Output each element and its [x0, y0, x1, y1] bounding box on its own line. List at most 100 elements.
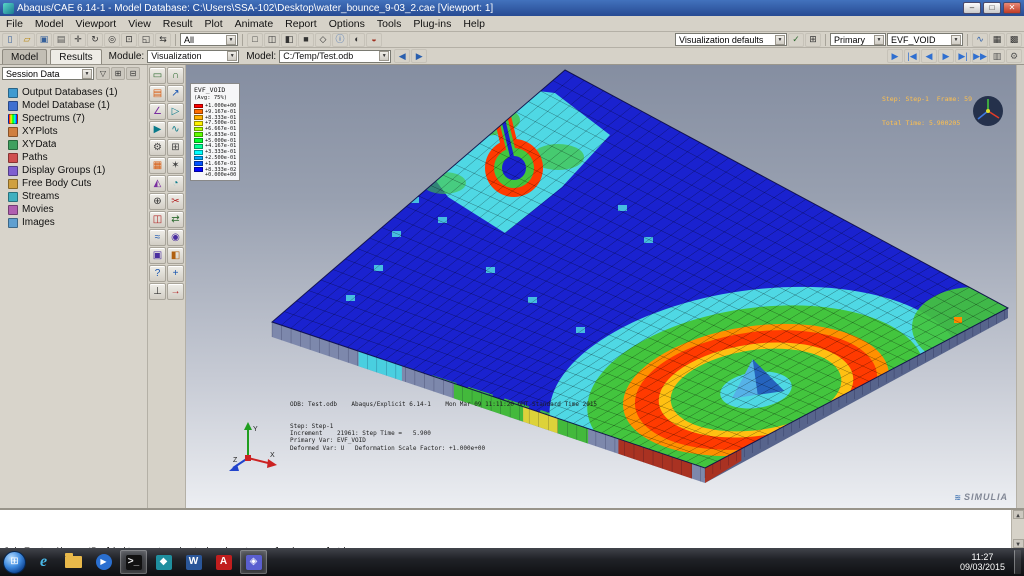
tab-results[interactable]: Results [50, 49, 101, 64]
hidden-line-render-icon[interactable]: ◫ [264, 33, 280, 47]
spectrum-icon[interactable]: ∿ [972, 33, 988, 47]
frame-selector-icon[interactable]: ▥ [989, 49, 1005, 63]
tree-item[interactable]: Paths [2, 151, 145, 164]
next-frame-icon[interactable]: ▶ [938, 49, 954, 63]
message-scrollbar[interactable]: ▲ ▼ [1011, 510, 1024, 548]
animate-scale-factor-icon[interactable]: ▷ [167, 103, 184, 120]
previous-odb-icon[interactable]: ◀ [394, 49, 410, 63]
box-zoom-icon[interactable]: ⊡ [121, 33, 137, 47]
animation-options-icon[interactable]: ⚙ [1006, 49, 1022, 63]
plot-symbols-icon[interactable]: ↗ [167, 85, 184, 102]
tree-item[interactable]: Model Database (1) [2, 99, 145, 112]
media-player-icon[interactable]: ▶ [90, 550, 117, 574]
menu-item[interactable]: Viewport [70, 16, 123, 31]
magnify-view-icon[interactable]: ◎ [104, 33, 120, 47]
plot-deformed-icon[interactable]: ∩ [167, 67, 184, 84]
menu-item[interactable]: Result [157, 16, 199, 31]
path-icon[interactable]: → [167, 283, 184, 300]
internet-explorer-icon[interactable]: e [30, 550, 57, 574]
tree-item[interactable]: Images [2, 216, 145, 229]
abaqus-cae-icon[interactable]: ◈ [240, 550, 267, 574]
taskbar-clock[interactable]: 11:27 09/03/2015 [955, 552, 1010, 572]
perspective-toggle-icon[interactable]: ◇ [315, 33, 331, 47]
visualization-defaults-combo[interactable]: Visualization defaults ▼ [675, 33, 787, 46]
menu-item[interactable]: View [122, 16, 157, 31]
display-group-manager-icon[interactable]: ▣ [149, 247, 166, 264]
render-options-icon[interactable]: ▩ [1006, 33, 1022, 47]
symbol-options-icon[interactable]: ✶ [167, 157, 184, 174]
last-frame-icon[interactable]: ▶| [955, 49, 971, 63]
plot-contours-icon[interactable]: ▤ [149, 85, 166, 102]
first-frame-icon[interactable]: |◀ [904, 49, 920, 63]
color-code-toolbar-icon[interactable]: ◒ [366, 33, 382, 47]
tree-item[interactable]: XYPlots [2, 125, 145, 138]
save-model-database-icon[interactable]: ▣ [36, 33, 52, 47]
animation-options-icon[interactable]: ◔ [167, 175, 184, 192]
create-stream-icon[interactable]: ≈ [149, 229, 166, 246]
probe-values-icon[interactable]: + [167, 265, 184, 282]
field-position-combo[interactable]: Primary ▼ [830, 33, 886, 46]
scroll-down-icon[interactable]: ▼ [1013, 539, 1024, 548]
print-icon[interactable]: ▤ [53, 33, 69, 47]
common-options-icon[interactable]: ⚙ [149, 139, 166, 156]
tree-item[interactable]: Spectrums (7) [2, 112, 145, 125]
menu-item[interactable]: Tools [371, 16, 408, 31]
close-button[interactable]: ✕ [1003, 2, 1021, 14]
animate-harmonic-icon[interactable]: ∿ [167, 121, 184, 138]
odb-combo[interactable]: C:/Temp/Test.odb ▼ [279, 50, 391, 63]
contour-options-icon[interactable]: ▦ [149, 157, 166, 174]
new-model-database-icon[interactable]: ▯ [2, 33, 18, 47]
plot-undeformed-icon[interactable]: ▭ [149, 67, 166, 84]
defaults-options-icon[interactable]: ⊞ [805, 33, 821, 47]
chevron-down-icon[interactable]: ▼ [951, 35, 961, 45]
menu-item[interactable]: Report [279, 16, 323, 31]
tree-item[interactable]: Display Groups (1) [2, 164, 145, 177]
query-icon[interactable]: ? [149, 265, 166, 282]
filled-render-icon[interactable]: ■ [298, 33, 314, 47]
apply-defaults-icon[interactable]: ✓ [788, 33, 804, 47]
query-information-icon[interactable]: ⓘ [332, 33, 348, 47]
chevron-down-icon[interactable]: ▼ [775, 35, 785, 45]
word-icon[interactable]: W [180, 550, 207, 574]
coordinate-system-icon[interactable]: ⊥ [149, 283, 166, 300]
next-odb-icon[interactable]: ▶ [411, 49, 427, 63]
selection-filter-combo[interactable]: All ▼ [180, 33, 238, 46]
display-group-toolbar-icon[interactable]: ◐ [349, 33, 365, 47]
chevron-down-icon[interactable]: ▼ [226, 35, 236, 45]
auto-fit-view-icon[interactable]: ◱ [138, 33, 154, 47]
maximize-button[interactable]: □ [983, 2, 1001, 14]
animate-time-history-icon[interactable]: ▶ [149, 121, 166, 138]
view-compass-icon[interactable] [970, 93, 1006, 129]
tree-item[interactable]: Streams [2, 190, 145, 203]
file-explorer-icon[interactable] [60, 550, 87, 574]
collapse-all-icon[interactable]: ⊟ [126, 67, 140, 80]
menu-item[interactable]: Options [323, 16, 371, 31]
field-output-combo[interactable]: EVF_VOID ▼ [887, 33, 963, 46]
view-cut-icon[interactable]: ✂ [167, 193, 184, 210]
minimize-button[interactable]: – [963, 2, 981, 14]
menu-item[interactable]: Model [29, 16, 70, 31]
previous-frame-icon[interactable]: ◀ [921, 49, 937, 63]
message-area[interactable]: ▲ ▼ Job Test: Abaqus/Explicit was termin… [0, 508, 1024, 548]
menu-item[interactable]: Animate [229, 16, 280, 31]
views-toolbar-icon[interactable]: ▦ [989, 33, 1005, 47]
wireframe-render-icon[interactable]: □ [247, 33, 263, 47]
superimpose-options-icon[interactable]: ⊞ [167, 139, 184, 156]
menu-item[interactable]: File [0, 16, 29, 31]
pan-view-icon[interactable]: ✛ [70, 33, 86, 47]
tree-item[interactable]: Output Databases (1) [2, 86, 145, 99]
allow-multiple-plot-states-icon[interactable]: ⊕ [149, 193, 166, 210]
orientation-options-icon[interactable]: ◭ [149, 175, 166, 192]
chevron-down-icon[interactable]: ▼ [379, 51, 389, 61]
open-file-icon[interactable]: ▱ [19, 33, 35, 47]
loop-animation-icon[interactable]: ▶▶ [972, 49, 988, 63]
start-button[interactable]: ⊞ [3, 551, 26, 574]
tree-item[interactable]: Movies [2, 203, 145, 216]
tree-root-combo[interactable]: Session Data ▼ [2, 67, 94, 80]
filter-tree-icon[interactable]: ▽ [96, 67, 110, 80]
scroll-up-icon[interactable]: ▲ [1013, 510, 1024, 519]
chevron-down-icon[interactable]: ▼ [82, 69, 92, 79]
view-cut-manager-icon[interactable]: ◫ [149, 211, 166, 228]
tree-item[interactable]: XYData [2, 138, 145, 151]
rotate-view-icon[interactable]: ↻ [87, 33, 103, 47]
